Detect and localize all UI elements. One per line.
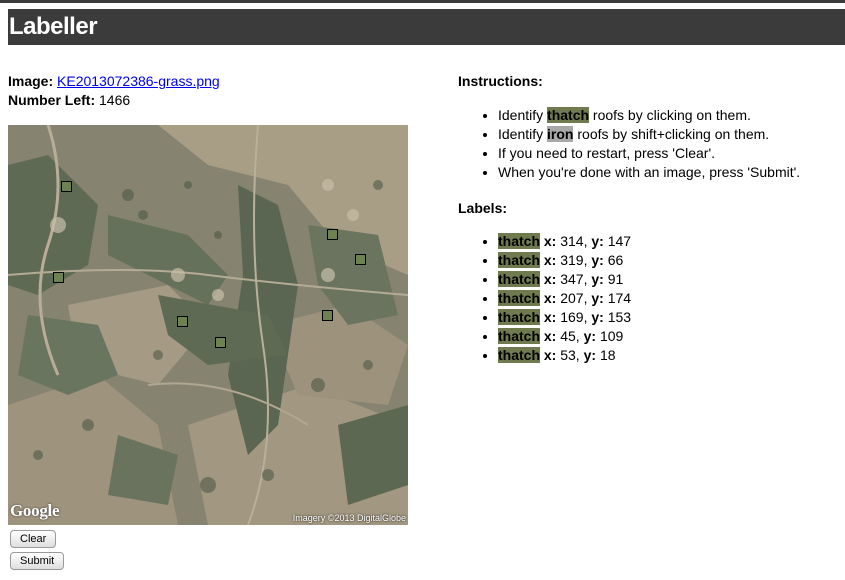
thatch-marker (327, 229, 338, 240)
x-label: x: (540, 328, 561, 344)
google-logo: Google (10, 501, 60, 520)
top-rule (0, 0, 845, 3)
submit-button[interactable]: Submit (10, 552, 65, 570)
x-value: 169, (560, 309, 592, 325)
label-item: thatch x: 319, y: 66 (498, 251, 631, 270)
clear-button[interactable]: Clear (10, 530, 57, 548)
iron-keyword: iron (547, 126, 574, 142)
x-value: 45, (560, 328, 584, 344)
x-value: 319, (560, 252, 592, 268)
y-label: y: (583, 347, 600, 363)
instruction-text: Identify (498, 126, 548, 142)
number-left-label: Number Left: (8, 92, 96, 108)
thatch-marker (61, 181, 72, 192)
x-label: x: (540, 252, 561, 268)
right-panel: Instructions: Identify thatch roofs by c… (458, 72, 838, 363)
instruction-item: Identify thatch roofs by clicking on the… (498, 106, 838, 125)
x-value: 207, (560, 290, 592, 306)
thatch-marker (177, 316, 188, 327)
y-value: 153 (607, 309, 632, 325)
labels-list: thatch x: 314, y: 147thatch x: 319, y: 6… (458, 232, 631, 365)
thatch-keyword: thatch (547, 107, 590, 123)
app-header: Labeller (8, 9, 845, 45)
thatch-marker (322, 310, 333, 321)
x-label: x: (540, 271, 561, 287)
y-label: y: (591, 290, 608, 306)
image-row: Image: KE2013072386-grass.png (8, 72, 220, 91)
app-title: Labeller (9, 13, 98, 40)
instructions-heading: Instructions: (458, 73, 543, 89)
image-info: Image: KE2013072386-grass.png Number Lef… (8, 72, 220, 110)
y-label: y: (583, 328, 600, 344)
y-value: 66 (607, 252, 624, 268)
y-value: 174 (607, 290, 632, 306)
number-left-row: Number Left: 1466 (8, 91, 220, 110)
label-item: thatch x: 53, y: 18 (498, 346, 631, 365)
y-label: y: (591, 252, 608, 268)
y-value: 18 (599, 347, 616, 363)
x-value: 347, (560, 271, 592, 287)
imagery-credit: Imagery ©2013 DigitalGlobe (292, 513, 406, 523)
label-item: thatch x: 314, y: 147 (498, 232, 631, 251)
image-filename-link[interactable]: KE2013072386-grass.png (57, 73, 220, 89)
thatch-marker (215, 337, 226, 348)
x-value: 53, (560, 347, 584, 363)
y-value: 109 (599, 328, 624, 344)
y-label: y: (591, 271, 608, 287)
x-label: x: (540, 309, 561, 325)
x-value: 314, (560, 233, 592, 249)
instruction-item: Identify iron roofs by shift+clicking on… (498, 125, 838, 144)
instruction-text: roofs by clicking on them. (589, 107, 751, 123)
label-type: thatch (498, 347, 540, 363)
label-type: thatch (498, 233, 540, 249)
instruction-text: roofs by shift+clicking on them. (573, 126, 770, 142)
label-item: thatch x: 169, y: 153 (498, 308, 631, 327)
label-type: thatch (498, 328, 540, 344)
instruction-item: If you need to restart, press 'Clear'. (498, 144, 838, 163)
label-item: thatch x: 207, y: 174 (498, 289, 631, 308)
instruction-text: Identify (498, 107, 548, 123)
label-item: thatch x: 347, y: 91 (498, 270, 631, 289)
label-type: thatch (498, 290, 540, 306)
labels-heading: Labels: (458, 200, 508, 216)
label-type: thatch (498, 252, 540, 268)
image-label: Image: (8, 73, 54, 89)
x-label: x: (540, 290, 561, 306)
thatch-marker (355, 254, 366, 265)
instruction-item: When you're done with an image, press 'S… (498, 163, 838, 182)
number-left-value: 1466 (99, 92, 131, 108)
x-label: x: (540, 347, 561, 363)
y-value: 147 (607, 233, 632, 249)
thatch-marker (53, 272, 64, 283)
instructions-list: Identify thatch roofs by clicking on the… (458, 106, 838, 182)
y-label: y: (591, 309, 608, 325)
label-type: thatch (498, 309, 540, 325)
y-value: 91 (607, 271, 624, 287)
label-type: thatch (498, 271, 540, 287)
satellite-image-canvas[interactable]: Google Imagery ©2013 DigitalGlobe (8, 125, 408, 525)
y-label: y: (591, 233, 608, 249)
x-label: x: (540, 233, 561, 249)
label-item: thatch x: 45, y: 109 (498, 327, 631, 346)
